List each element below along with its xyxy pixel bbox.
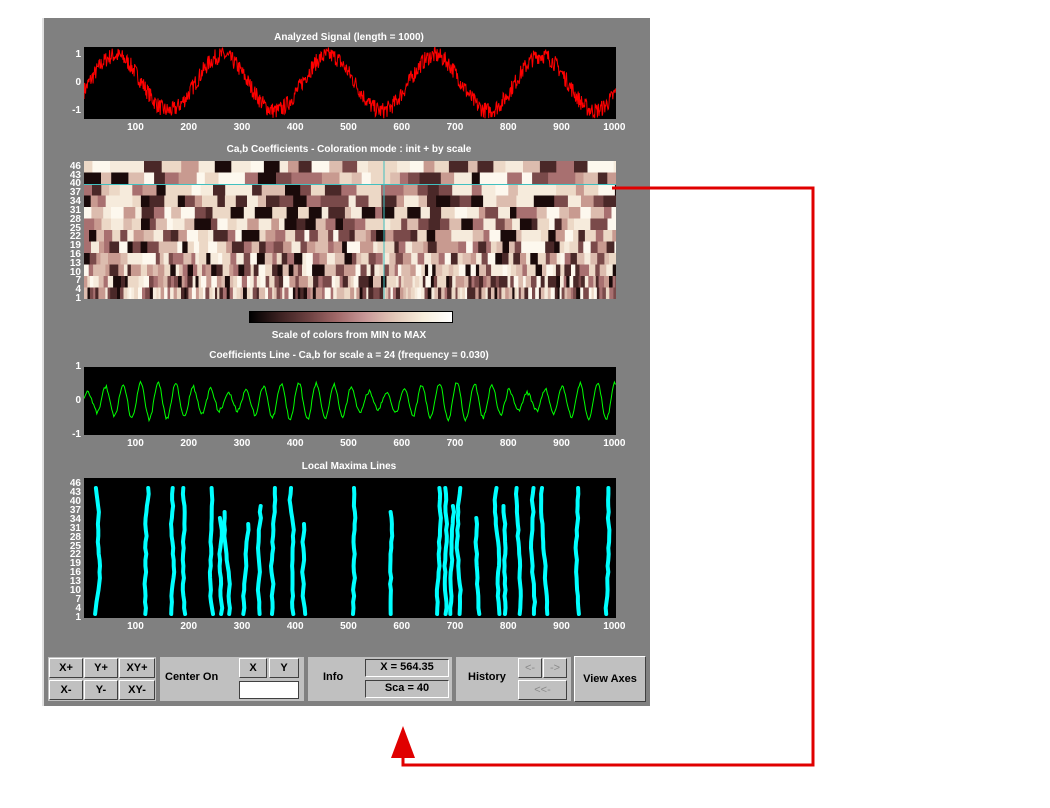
annotation-arrow [391, 186, 815, 767]
